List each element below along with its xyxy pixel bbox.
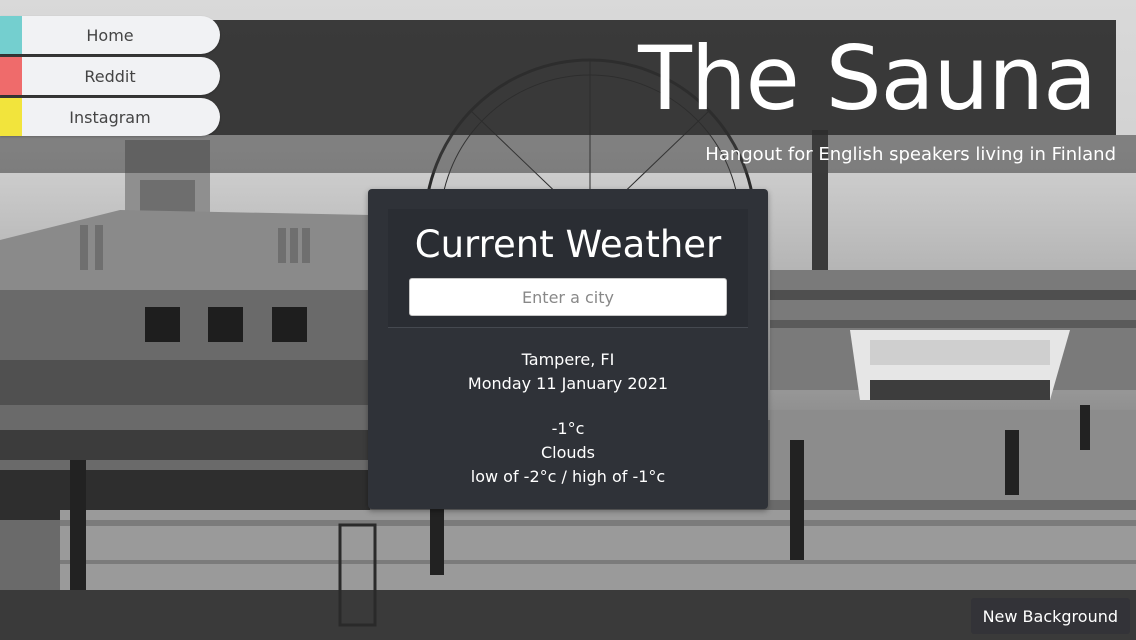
nav-item-label: Reddit [84, 66, 136, 86]
weather-location: Tampere, FI [521, 350, 615, 369]
nav-item-label: Instagram [69, 107, 151, 127]
instagram-color-swatch [0, 98, 22, 136]
site-title: The Sauna [638, 27, 1097, 130]
weather-temp-range: low of -2°c / high of -1°c [470, 467, 666, 486]
site-tagline: Hangout for English speakers living in F… [705, 144, 1116, 165]
side-nav: Home Reddit Instagram [0, 16, 220, 139]
nav-item-label: Home [86, 25, 134, 45]
nav-item-instagram[interactable]: Instagram [0, 98, 220, 136]
weather-temperature: -1°c [551, 419, 585, 438]
weather-title: Current Weather [414, 223, 722, 266]
weather-card: Current Weather Tampere, FI Monday 11 Ja… [368, 189, 768, 509]
nav-item-reddit[interactable]: Reddit [0, 57, 220, 95]
reddit-color-swatch [0, 57, 22, 95]
weather-condition: Clouds [540, 443, 596, 462]
nav-item-home[interactable]: Home [0, 16, 220, 54]
weather-date: Monday 11 January 2021 [467, 374, 669, 393]
home-color-swatch [0, 16, 22, 54]
new-background-button[interactable]: New Background [970, 598, 1130, 634]
city-search-input[interactable] [409, 278, 727, 316]
